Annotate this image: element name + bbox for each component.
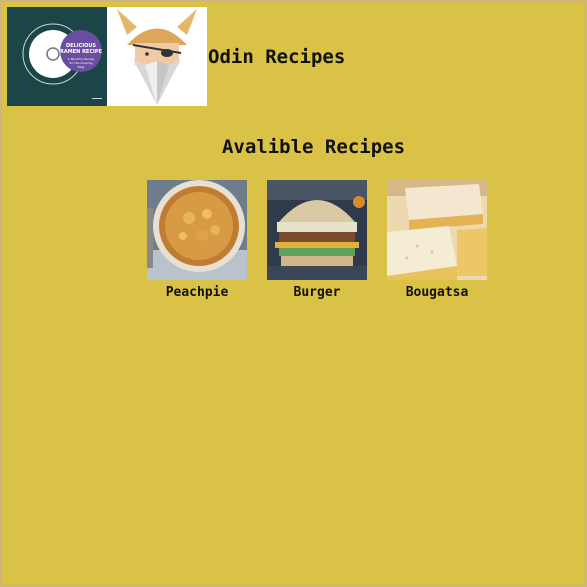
section-title: Avalible Recipes [221,136,406,158]
burger-image [267,180,367,280]
recipe-link-bougatsa[interactable]: Bougatsa [387,180,487,300]
site-title: Odin Recipes [205,42,345,73]
thumb-title-2: RAMEN RECIPE [60,49,102,55]
ramen-thumbnail-image: DELICIOUS RAMEN RECIPE A Must-Try Recipe… [7,7,107,106]
recipe-label: Peachpie [165,285,229,300]
recipe-link-burger[interactable]: Burger [267,180,367,300]
odin-logo-image [107,7,207,106]
peachpie-image [147,180,247,280]
recipe-link-peachpie[interactable]: Peachpie [147,180,247,300]
thumb-subtitle-3: Blog [78,65,85,69]
bougatsa-image [387,180,487,280]
recipe-label: Bougatsa [405,285,469,300]
recipe-label: Burger [293,285,341,300]
